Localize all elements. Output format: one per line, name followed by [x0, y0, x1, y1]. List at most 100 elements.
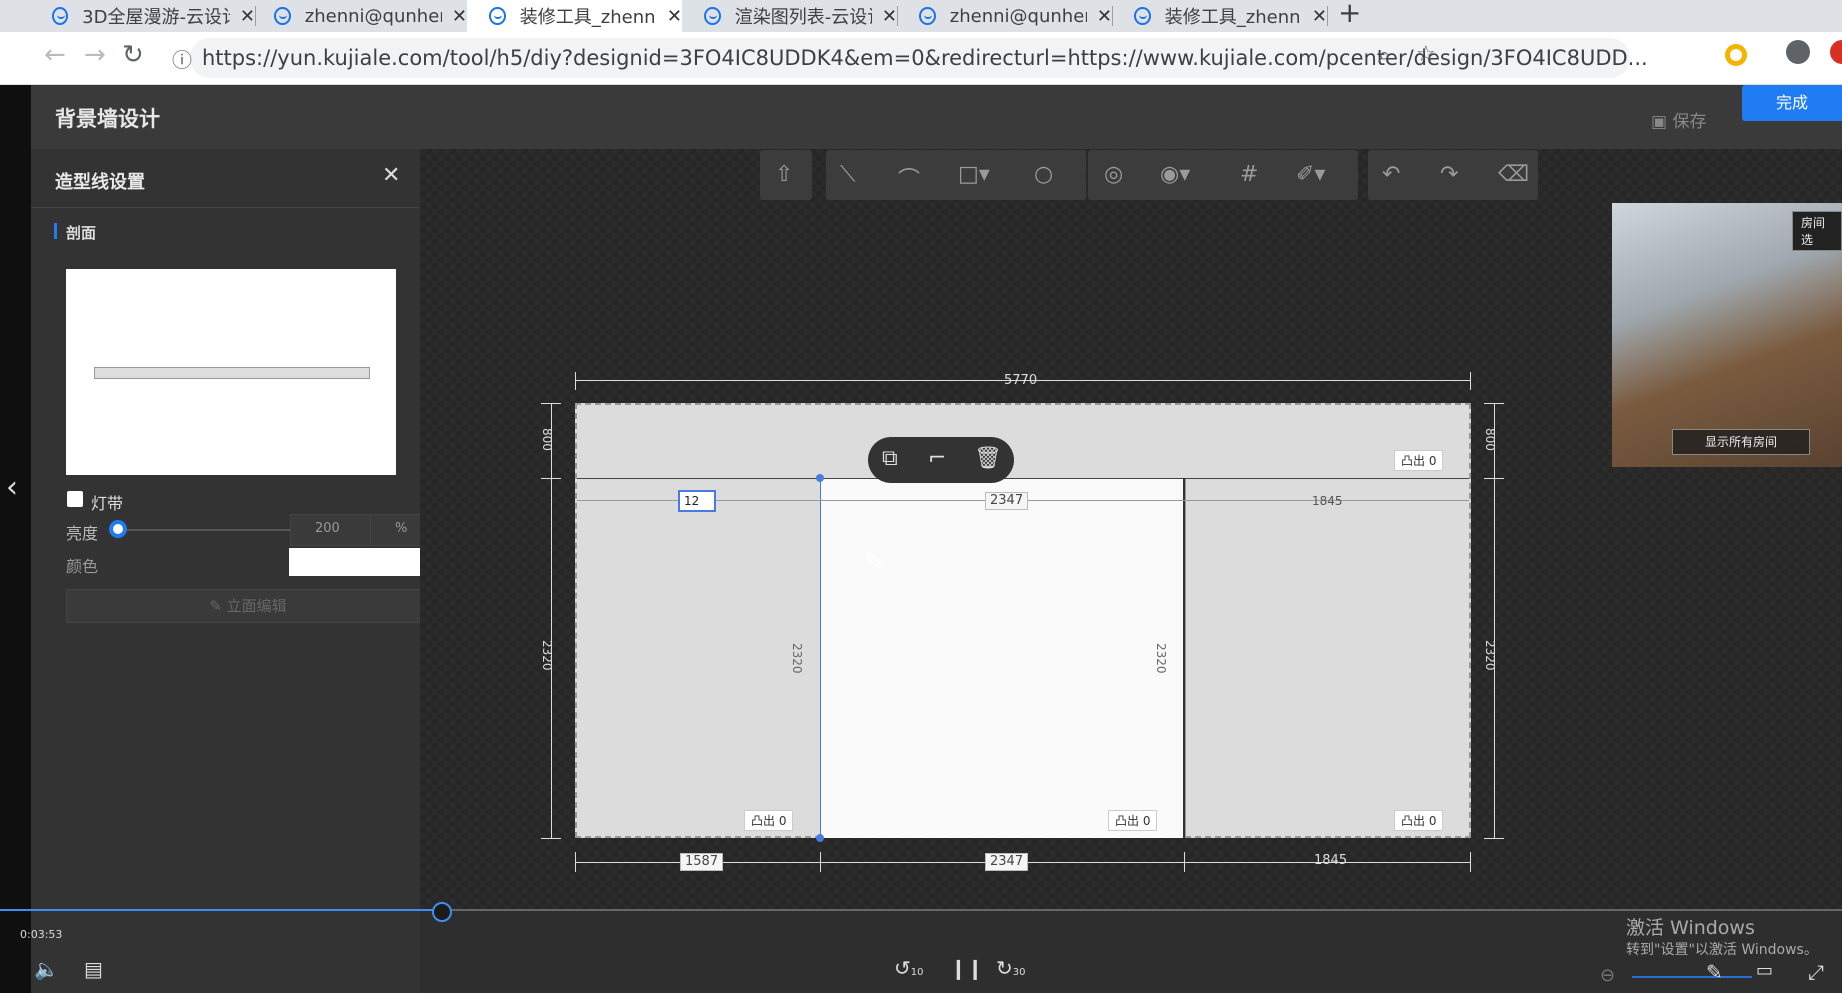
- selected-panel[interactable]: [820, 478, 1186, 838]
- eye-icon[interactable]: ◉▾: [1160, 162, 1190, 187]
- protrude-tag-bottom-right[interactable]: 凸出 0: [1394, 810, 1444, 831]
- brightness-slider-track[interactable]: [111, 529, 301, 531]
- brush-icon[interactable]: ✐▾: [1296, 162, 1325, 187]
- close-icon[interactable]: ✕: [382, 163, 400, 188]
- magnet-icon[interactable]: ◎: [1104, 162, 1123, 187]
- site-favicon-icon: [52, 7, 69, 25]
- subtitles-icon[interactable]: ▤: [84, 957, 103, 981]
- circle-tool-icon[interactable]: ○: [1034, 162, 1053, 187]
- mouse-cursor-icon: ⇖: [864, 546, 886, 576]
- profile-preview: [66, 269, 396, 475]
- grid-icon[interactable]: #: [1240, 162, 1258, 187]
- right-height-bottom: 2320: [1483, 640, 1497, 671]
- pencil-icon[interactable]: ✎: [1706, 960, 1723, 984]
- omnibox[interactable]: ⓘ https://yun.kujiale.com/tool/h5/diy?de…: [172, 38, 1648, 78]
- volume-icon[interactable]: 🔈: [34, 957, 59, 981]
- done-button[interactable]: 完成: [1742, 85, 1842, 121]
- screen-icon[interactable]: ▭: [1756, 960, 1773, 981]
- dimension-input[interactable]: 12: [678, 490, 716, 512]
- lightstrip-checkbox[interactable]: [67, 491, 83, 507]
- control-point[interactable]: [816, 834, 824, 842]
- profile-avatar-icon[interactable]: [1786, 40, 1810, 64]
- inner-height-left: 2320: [790, 643, 804, 674]
- protrude-tag-bottom-left[interactable]: 凸出 0: [744, 810, 794, 831]
- elevation-edit-button[interactable]: ✎ 立面编辑: [66, 589, 430, 623]
- edit-icon: ✎: [209, 597, 227, 615]
- section-title: 剖面: [66, 224, 97, 242]
- rect-tool-icon[interactable]: □▾: [958, 162, 990, 187]
- pause-icon[interactable]: ❙❙: [950, 956, 984, 980]
- curve-icon[interactable]: ⌐: [928, 446, 946, 471]
- close-tab-icon[interactable]: ✕: [882, 6, 897, 27]
- line-tool-icon[interactable]: ⟍: [840, 162, 855, 187]
- total-width-label: 5770: [1004, 373, 1038, 388]
- site-favicon-icon: [489, 7, 506, 25]
- site-favicon-icon: [919, 7, 936, 25]
- tab-1[interactable]: 3D全屋漫游-云设计工✕: [30, 0, 255, 32]
- forward-icon[interactable]: ↻30: [996, 956, 1026, 980]
- fullscreen-icon[interactable]: ⤢: [1808, 960, 1824, 984]
- tab-2[interactable]: zhenni@qunhemail✕: [252, 0, 467, 32]
- close-tab-icon[interactable]: ✕: [1312, 6, 1327, 27]
- eraser-icon[interactable]: ⌫: [1498, 162, 1529, 187]
- back-arrow-icon[interactable]: ←: [44, 40, 66, 70]
- tab-5[interactable]: zhenni@qunhemail✕: [897, 0, 1112, 32]
- segment-width-2[interactable]: 2347: [985, 853, 1029, 871]
- room-minimap[interactable]: 房间选 显示所有房间: [1612, 203, 1842, 467]
- save-button[interactable]: ▣ 保存: [1651, 107, 1706, 132]
- tab-6[interactable]: 装修工具_zhenni@c✕: [1112, 0, 1327, 32]
- site-favicon-icon: [704, 7, 721, 25]
- protrude-tag-top-right[interactable]: 凸出 0: [1394, 450, 1444, 471]
- zoom-slider[interactable]: [1632, 976, 1752, 978]
- address-bar: ← → ↻ ⓘ https://yun.kujiale.com/tool/h5/…: [0, 32, 1842, 85]
- collapse-left-icon[interactable]: ‹: [6, 470, 18, 505]
- show-all-rooms-button[interactable]: 显示所有房间: [1672, 429, 1810, 455]
- bookmark-star-icon[interactable]: ☆: [1416, 42, 1436, 67]
- close-tab-icon[interactable]: ✕: [452, 6, 467, 27]
- menu-badge-icon[interactable]: [1830, 40, 1842, 64]
- video-progress-thumb[interactable]: [432, 902, 452, 922]
- lightstrip-label: 灯带: [91, 494, 124, 513]
- room-select-button[interactable]: 房间选: [1792, 211, 1842, 251]
- left-height-bottom: 2320: [540, 640, 554, 671]
- toolbar-group-3: ◎ ◉▾ # ✐▾: [1088, 150, 1358, 200]
- site-favicon-icon: [274, 7, 291, 25]
- extension-icon[interactable]: [1725, 44, 1747, 66]
- zoom-out-icon[interactable]: ⊖: [1600, 965, 1615, 986]
- watermark-line2: 转到"设置"以激活 Windows。: [1626, 942, 1818, 958]
- zoom-search-icon[interactable]: ⌕: [1378, 43, 1390, 68]
- copy-icon[interactable]: ⧉: [882, 446, 898, 471]
- color-label: 颜色: [66, 557, 99, 576]
- top-mid-width[interactable]: 2347: [985, 492, 1029, 510]
- color-swatch[interactable]: [289, 548, 427, 576]
- toolbar-group-2: ⟍ ⌒ □▾ ○: [826, 150, 1086, 200]
- undo-icon[interactable]: ↶: [1382, 162, 1400, 187]
- protrude-tag-bottom-mid[interactable]: 凸出 0: [1108, 810, 1158, 831]
- panel-title: 造型线设置: [55, 172, 145, 193]
- close-tab-icon[interactable]: ✕: [1097, 6, 1112, 27]
- left-height-top: 800: [540, 428, 554, 451]
- watermark-line1: 激活 Windows: [1626, 917, 1755, 939]
- segment-width-3: 1845: [1314, 853, 1348, 868]
- forward-arrow-icon[interactable]: →: [84, 40, 106, 70]
- delete-icon[interactable]: 🗑: [974, 446, 1002, 471]
- tab-3[interactable]: 装修工具_zhenni@c✕: [467, 0, 682, 32]
- redo-icon[interactable]: ↷: [1440, 162, 1458, 187]
- toolbar-group-4: ↶ ↷ ⌫: [1368, 150, 1538, 200]
- tab-bar: 3D全屋漫游-云设计工✕ zhenni@qunhemail✕ 装修工具_zhen…: [0, 0, 1842, 32]
- upload-icon[interactable]: ⇧: [775, 162, 793, 187]
- left-edge: ‹: [0, 85, 31, 993]
- brightness-input[interactable]: 200: [290, 514, 372, 546]
- tab-4[interactable]: 渲染图列表-云设计工✕: [682, 0, 897, 32]
- brightness-slider-thumb[interactable]: [109, 520, 127, 538]
- arc-tool-icon[interactable]: ⌒: [898, 162, 920, 194]
- new-tab-button[interactable]: +: [1338, 0, 1361, 29]
- control-point[interactable]: [816, 474, 824, 482]
- segment-width-1[interactable]: 1587: [680, 853, 724, 871]
- right-height-top: 800: [1483, 428, 1497, 451]
- reload-icon[interactable]: ↻: [122, 40, 144, 70]
- rewind-icon[interactable]: ↺10: [894, 956, 924, 980]
- close-tab-icon[interactable]: ✕: [667, 6, 682, 27]
- inner-height-right: 2320: [1154, 643, 1168, 674]
- info-icon[interactable]: ⓘ: [172, 44, 192, 73]
